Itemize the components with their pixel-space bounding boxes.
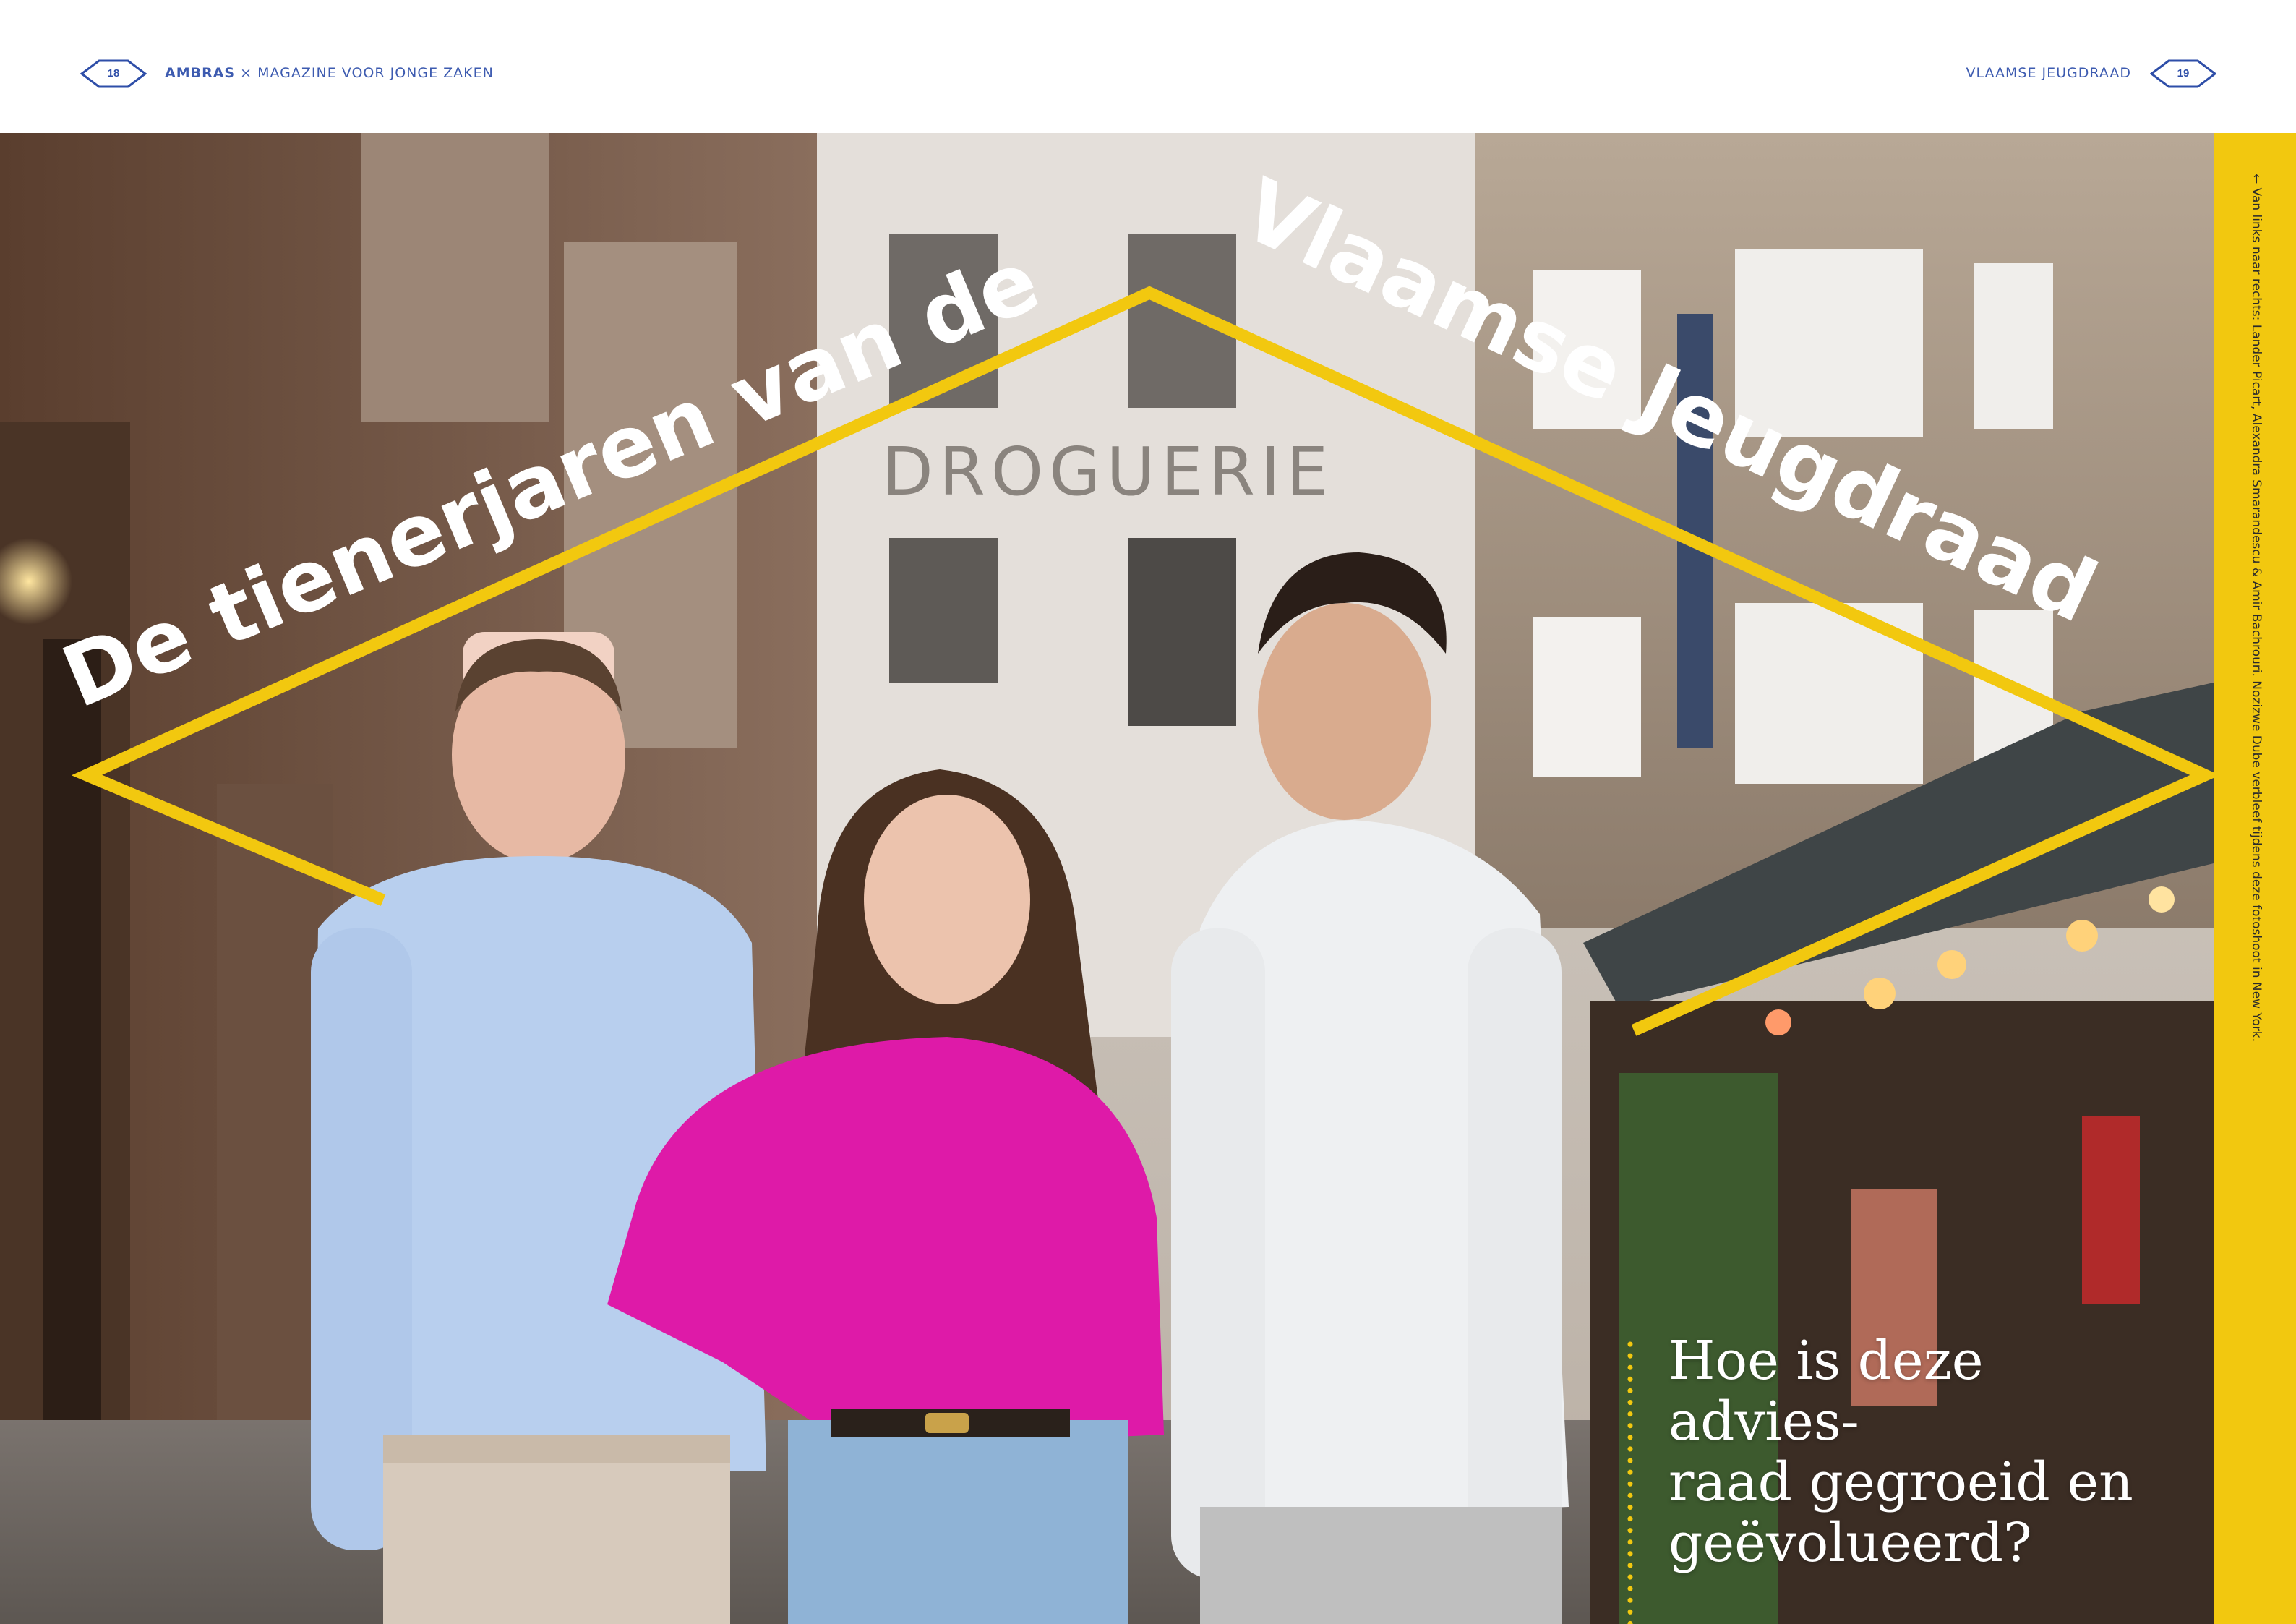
dotted-rule <box>1627 1341 1633 1624</box>
question-line-2: raad gegroeid en <box>1669 1451 2133 1513</box>
title-line-right: Vlaamse Jeugdraad <box>1228 159 2111 642</box>
photo-caption: ← Van links naar rechts: Lander Picart, … <box>2249 174 2263 1043</box>
question-line-1: Hoe is deze advies- <box>1669 1330 1984 1453</box>
title-line-left: De tienerjaren van de <box>48 230 1052 727</box>
magazine-spread: 18 AMBRAS × MAGAZINE VOOR JONGE ZAKEN VL… <box>0 0 2296 1624</box>
yellow-diamond-frame <box>71 286 2220 1036</box>
question-line-3: geëvolueerd? <box>1669 1512 2032 1574</box>
title-left-text: De tienerjaren van de <box>48 230 1052 727</box>
intro-question: Hoe is deze advies- raad gegroeid en geë… <box>1669 1330 2189 1573</box>
title-right-text: Vlaamse Jeugdraad <box>1228 159 2111 642</box>
